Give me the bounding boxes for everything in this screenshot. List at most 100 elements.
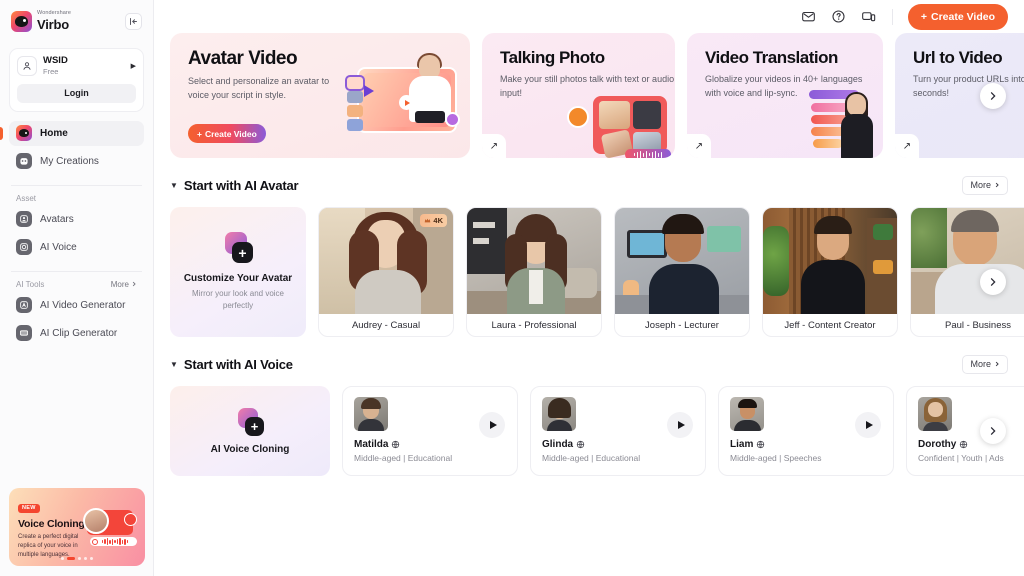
account-card[interactable]: WSID Free ▶ Login: [9, 48, 144, 112]
voice-card-glinda[interactable]: Glinda Middle-aged | Educational: [530, 386, 706, 476]
desktop-app-icon[interactable]: [860, 8, 877, 25]
promo-description: Create a perfect digital replica of your…: [18, 534, 79, 558]
avatar-name: Laura - Professional: [491, 319, 577, 331]
voice-name: Liam: [730, 439, 754, 450]
hero-card-video-translation[interactable]: Video Translation Globalize your videos …: [687, 33, 883, 158]
avatar-card-paul[interactable]: Paul - Business: [910, 207, 1024, 337]
voice-name: Matilda: [354, 439, 389, 450]
voice-name-row: Liam: [730, 439, 882, 450]
sidebar-item-label: AI Clip Generator: [40, 327, 118, 339]
chevron-right-icon: [995, 182, 999, 188]
avatar-thumbnail: 4K: [319, 208, 453, 314]
main-content: + Create Video Avatar Video Select and p…: [154, 0, 1024, 576]
tools-more-label: More: [110, 279, 129, 289]
chevron-right-icon: [990, 91, 996, 100]
sidebar-item-avatars[interactable]: Avatars: [9, 207, 144, 232]
ai-voice-cloning-card[interactable]: + AI Voice Cloning: [170, 386, 330, 476]
avatar-card-audrey[interactable]: 4K Audrey - Casual: [318, 207, 454, 337]
promo-card-voice-cloning[interactable]: NEW Voice Cloning Create a perfect digit…: [9, 488, 145, 566]
login-button[interactable]: Login: [17, 83, 136, 103]
hero-next-button[interactable]: [980, 82, 1006, 109]
customize-your-avatar-card[interactable]: + Customize Your Avatar Mirror your look…: [170, 207, 306, 337]
caret-down-icon[interactable]: ▼: [170, 181, 178, 190]
hero-card-talking-photo[interactable]: Talking Photo Make your still photos tal…: [482, 33, 675, 158]
panel-collapse-icon[interactable]: [125, 12, 142, 30]
avatar-section-title: Start with AI Avatar: [183, 177, 299, 193]
sidebar-item-label: Avatars: [40, 213, 74, 225]
voice-carousel: + AI Voice Cloning Matilda Middle-aged |…: [170, 386, 1024, 476]
avatar-name: Joseph - Lecturer: [645, 319, 719, 331]
avatar: [918, 397, 952, 431]
voice-card-dorothy[interactable]: Dorothy Confident | Youth | Ads: [906, 386, 1024, 476]
brand-sup: Wondershare: [37, 10, 72, 17]
sidebar-item-home[interactable]: Home: [0, 120, 144, 146]
arrow-up-right-icon[interactable]: ↗: [687, 134, 711, 158]
sidebar-item-ai-clip-generator[interactable]: AI Clip Generator: [9, 321, 144, 346]
hero-illustration-talking-photo: [567, 90, 675, 158]
tools-group-title: AI Tools: [16, 279, 45, 289]
voice-next-button[interactable]: [980, 418, 1006, 444]
avatar-next-button[interactable]: [980, 269, 1006, 295]
hero-title: Url to Video: [913, 48, 1003, 67]
sidebar-item-my-creations[interactable]: My Creations: [9, 149, 144, 174]
voice-meta: Middle-aged | Educational: [542, 453, 641, 463]
tools-more-button[interactable]: More: [111, 280, 137, 289]
voice-meta: Middle-aged | Speeches: [730, 453, 822, 463]
voice-card-liam[interactable]: Liam Middle-aged | Speeches: [718, 386, 894, 476]
home-logo-icon: [16, 125, 32, 142]
account-plan: Free: [43, 66, 59, 76]
sidebar-item-ai-video-generator[interactable]: AI Video Generator: [9, 293, 144, 318]
toolbar-divider: [891, 8, 893, 25]
hero-create-video-button[interactable]: + Create Video: [188, 124, 266, 143]
play-icon[interactable]: [855, 412, 881, 438]
sidebar-item-ai-voice[interactable]: AI Voice: [9, 235, 144, 260]
chevron-right-icon: [990, 427, 996, 435]
voice-name-row: Dorothy: [918, 439, 1024, 450]
hero-illustration-avatar: [345, 53, 462, 143]
avatar-card-laura[interactable]: Laura - Professional: [466, 207, 602, 337]
avatar-section-header: ▼ Start with AI Avatar More: [170, 174, 1008, 196]
play-icon[interactable]: [479, 412, 505, 438]
caret-down-icon[interactable]: ▼: [170, 360, 178, 369]
promo-carousel-dots[interactable]: [9, 557, 145, 560]
play-icon[interactable]: [667, 412, 693, 438]
help-circle-icon[interactable]: [830, 8, 847, 25]
avatar-thumbnail: [911, 208, 1024, 314]
voice-more-button[interactable]: More: [962, 354, 1008, 374]
arrow-up-right-icon[interactable]: ↗: [482, 134, 506, 158]
sidebar-header: Wondershare Virbo: [9, 0, 144, 42]
sidebar-item-label: My Creations: [40, 155, 99, 167]
globe-icon: [959, 440, 968, 449]
avatar-thumbnail: [467, 208, 601, 314]
asset-group-title: Asset: [16, 193, 37, 203]
plus-icon: +: [920, 10, 927, 23]
voice-name: Glinda: [542, 439, 574, 450]
avatar: [354, 397, 388, 431]
sidebar-divider-2: [11, 270, 142, 272]
account-name: WSID: [43, 55, 68, 66]
hero-card-avatar-video[interactable]: Avatar Video Select and personalize an a…: [170, 33, 470, 158]
mail-icon[interactable]: [800, 8, 817, 25]
top-bar: + Create Video: [154, 0, 1024, 33]
voice-section-header: ▼ Start with AI Voice More: [170, 353, 1008, 375]
sidebar-item-label: Home: [40, 127, 68, 139]
chevron-right-icon[interactable]: ▶: [131, 62, 136, 70]
plus-icon: +: [197, 128, 202, 139]
avatar-more-label: More: [970, 180, 991, 190]
globe-icon: [391, 440, 400, 449]
virbo-logo-icon: [11, 10, 32, 32]
customize-title: Customize Your Avatar: [183, 273, 293, 285]
voice-name-row: Matilda: [354, 439, 506, 450]
video-generator-icon: [16, 297, 32, 314]
voice-icon: [16, 239, 32, 256]
avatar-card-joseph[interactable]: Joseph - Lecturer: [614, 207, 750, 337]
user-icon: [17, 56, 37, 77]
sidebar-item-label: AI Video Generator: [40, 299, 126, 311]
avatar-card-jeff[interactable]: Jeff - Content Creator: [762, 207, 898, 337]
badge-label: 4K: [433, 216, 443, 225]
avatar-more-button[interactable]: More: [962, 175, 1008, 195]
hero-title: Video Translation: [705, 48, 838, 67]
create-video-button[interactable]: + Create Video: [907, 3, 1008, 30]
voice-card-matilda[interactable]: Matilda Middle-aged | Educational: [342, 386, 518, 476]
arrow-up-right-icon[interactable]: ↗: [895, 134, 919, 158]
